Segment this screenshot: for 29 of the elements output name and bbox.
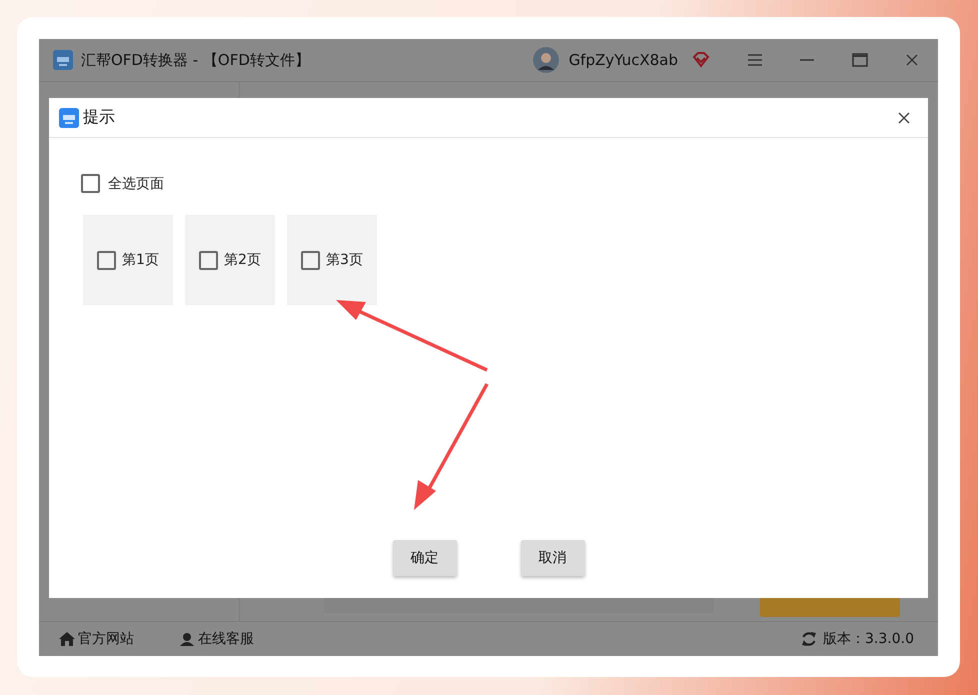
close-icon[interactable] [898,112,910,124]
username[interactable]: GfpZyYucX8ab [568,51,678,69]
support-link[interactable]: 在线客服 [198,630,254,648]
window-title: 汇帮OFD转换器 - 【OFD转文件】 [81,50,310,70]
page-tile[interactable]: 第3页 [287,215,377,305]
page-label: 第1页 [122,251,159,269]
maximize-icon[interactable] [852,53,868,67]
menu-icon[interactable] [748,54,762,66]
checkbox[interactable] [81,174,100,193]
version-label: 版本：3.3.0.0 [823,630,914,648]
avatar-icon[interactable] [532,47,559,73]
support-icon [179,632,195,646]
page-label: 第3页 [326,251,363,269]
refresh-icon [801,631,818,647]
checkbox[interactable] [199,250,218,270]
checkbox-label[interactable]: 全选页面 [108,174,164,192]
diamond-icon[interactable] [692,52,710,68]
checkbox[interactable] [301,250,320,270]
page-label: 第2页 [224,251,261,269]
logo-icon [53,50,73,70]
dialog-title: 提示 [83,107,115,128]
confirm-button[interactable]: 确定 [392,540,456,576]
website-link[interactable]: 官方网站 [78,630,134,648]
page-tile[interactable]: 第1页 [83,215,173,305]
logo-icon [59,108,79,128]
cancel-button[interactable]: 取消 [520,540,584,576]
home-icon [59,632,75,646]
checkbox[interactable] [97,250,116,270]
page-tile[interactable]: 第2页 [185,215,275,305]
